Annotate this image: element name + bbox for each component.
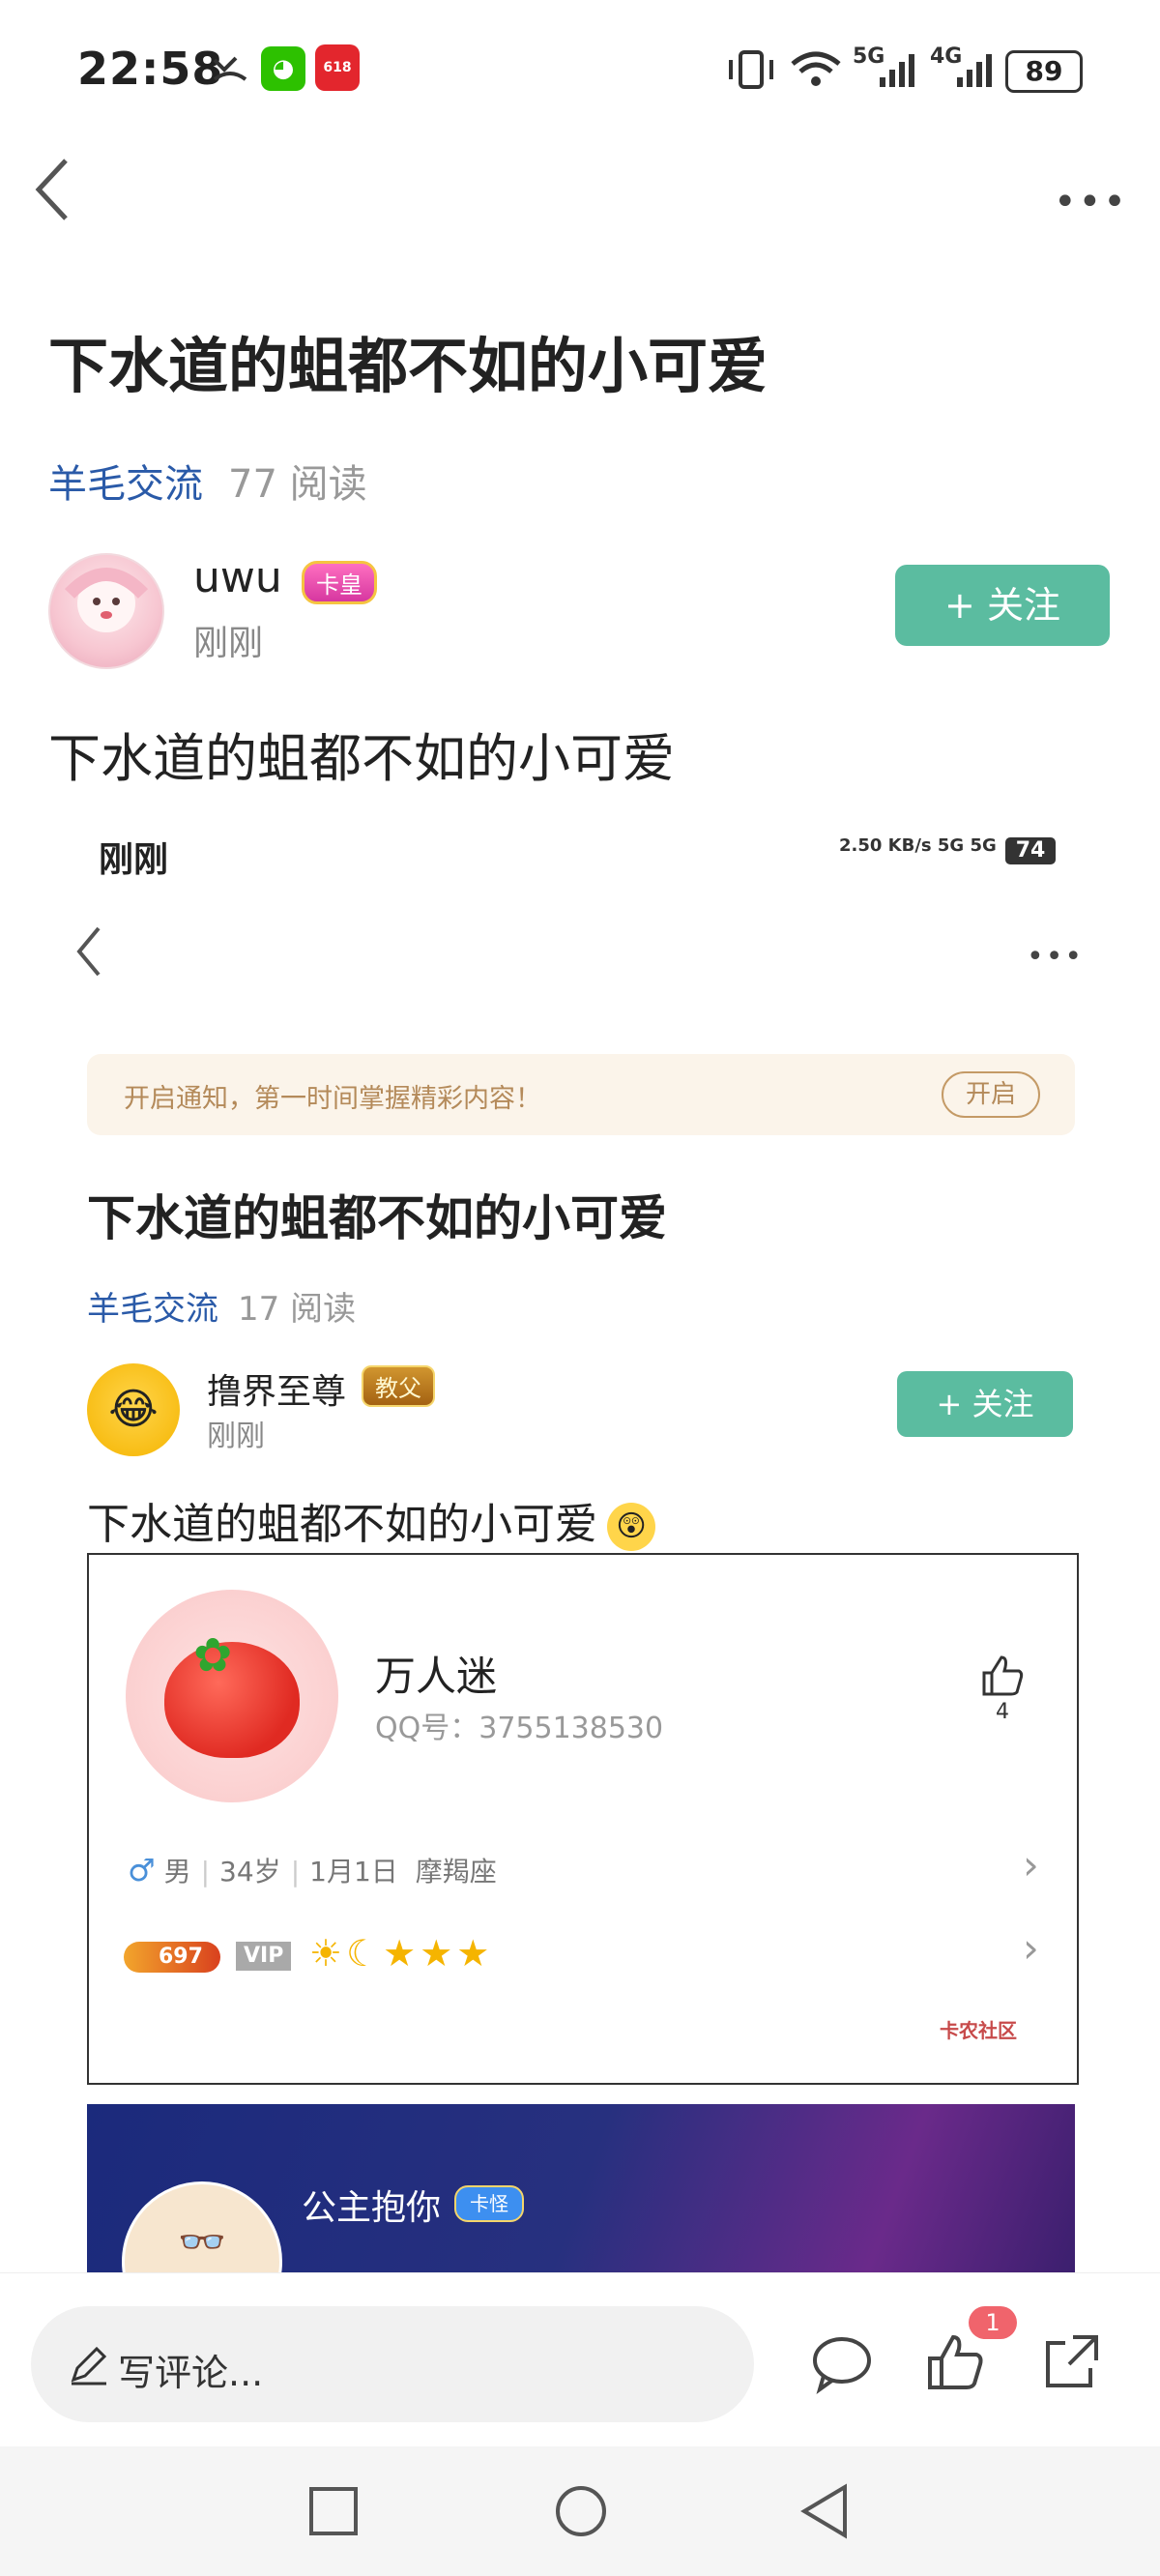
status-time: 22:58 xyxy=(77,43,224,95)
next-post-badge: 卡怪 xyxy=(454,2185,524,2222)
notice-text: 开启通知，第一时间掌握精彩内容！ xyxy=(124,1084,541,1114)
post-time: 刚刚 xyxy=(193,624,264,663)
embedded-post-title: 下水道的蛆都不如的小可爱 xyxy=(87,1190,667,1246)
post-title: 下水道的蛆都不如的小可爱 xyxy=(48,331,768,401)
thumbs-up-icon xyxy=(982,1655,1024,1696)
bottom-action-bar: 写评论... 1 xyxy=(0,2272,1160,2447)
embedded-read-count: 17 阅读 xyxy=(238,1290,357,1329)
leaf-icon: ✿ xyxy=(193,1628,233,1683)
notice-enable-button: 开启 xyxy=(942,1071,1040,1118)
like-count-badge: 1 xyxy=(969,2306,1017,2339)
read-count: 77 阅读 xyxy=(228,462,367,507)
pen-icon xyxy=(71,2346,107,2386)
home-icon[interactable] xyxy=(553,2483,609,2539)
profile-gender: 男 xyxy=(163,1856,191,1888)
avatar-illustration xyxy=(64,568,149,632)
embedded-back-icon xyxy=(76,926,101,977)
comment-placeholder: 写评论... xyxy=(118,2352,264,2394)
signal-bars-icon xyxy=(880,54,914,87)
tomato-avatar: ✿ xyxy=(126,1590,338,1802)
embedded-post-time: 刚刚 xyxy=(207,1420,265,1453)
qq-profile-card: ✿ 万人迷 QQ号：3755138530 4 ♂ 男 | 34岁 | 1月1日 摩羯座 ›… xyxy=(87,1553,1079,2085)
profile-qq-number: QQ号：3755138530 xyxy=(375,1712,664,1745)
signal-bars-icon xyxy=(957,54,992,87)
author-badge: 卡皇 xyxy=(302,561,377,604)
wechat-icon: ◕ xyxy=(261,46,305,91)
back-nav-icon[interactable] xyxy=(798,2483,851,2539)
profile-like-count: 4 xyxy=(996,1700,1009,1724)
embedded-battery: 74 xyxy=(1005,837,1056,864)
embedded-author-badge: 教父 xyxy=(362,1365,435,1407)
embedded-author-name: 撸界至尊 xyxy=(207,1372,347,1412)
category-link[interactable]: 羊毛交流 xyxy=(48,462,203,507)
level-icons: ☀☾★★★ xyxy=(309,1932,494,1975)
embedded-notice-banner: 开启通知，第一时间掌握精彩内容！ 开启 xyxy=(87,1054,1075,1135)
profile-zodiac: 摩羯座 xyxy=(415,1856,497,1888)
comment-icon[interactable] xyxy=(810,2331,874,2395)
pinduoduo-icon: 618 xyxy=(315,44,360,91)
embedded-status-time: 刚刚 xyxy=(99,840,169,880)
recents-icon[interactable] xyxy=(307,2485,360,2537)
status-bar: 22:58 ◕ 618 5G 4G 89 xyxy=(0,0,1160,145)
chevron-right-icon: › xyxy=(1023,1924,1039,1972)
chevron-right-icon: › xyxy=(1023,1841,1039,1888)
battery-indicator: 89 xyxy=(1005,50,1083,93)
embedded-follow-button: + 关注 xyxy=(897,1371,1073,1437)
post-meta: 羊毛交流 77 阅读 xyxy=(48,453,367,509)
system-navigation-bar xyxy=(0,2446,1160,2576)
missed-call-icon xyxy=(213,56,247,81)
post-body-text: 下水道的蛆都不如的小可爱 xyxy=(48,728,675,789)
author-avatar[interactable] xyxy=(48,553,164,669)
coin-badge: 697 xyxy=(124,1942,220,1973)
next-post-avatar: 👓 xyxy=(122,2181,282,2278)
embedded-status-icons: 2.50 KB/s 5G 5G xyxy=(839,835,997,856)
profile-age: 34岁 xyxy=(219,1856,281,1888)
embedded-post-body: 下水道的蛆都不如的小可爱 😲 xyxy=(87,1489,655,1551)
vibrate-icon xyxy=(729,50,773,89)
profile-info-row: ♂ 男 | 34岁 | 1月1日 摩羯座 xyxy=(128,1852,497,1888)
male-icon: ♂ xyxy=(128,1852,156,1888)
embedded-post-meta: 羊毛交流 17 阅读 xyxy=(87,1282,356,1330)
follow-button[interactable]: + 关注 xyxy=(895,565,1110,646)
next-post-preview: 👓 公主抱你 卡怪 xyxy=(87,2104,1075,2278)
back-icon[interactable] xyxy=(27,155,85,222)
more-icon[interactable]: ••• xyxy=(1054,180,1128,224)
vip-badge: VIP xyxy=(236,1942,292,1971)
embedded-author-avatar: 😂 xyxy=(87,1363,180,1456)
embedded-category: 羊毛交流 xyxy=(87,1290,218,1329)
embedded-body-text: 下水道的蛆都不如的小可爱 xyxy=(87,1500,597,1549)
author-name[interactable]: uwu xyxy=(193,553,282,602)
profile-nickname: 万人迷 xyxy=(375,1653,498,1700)
next-post-author: 公主抱你 xyxy=(302,2188,442,2228)
like-icon[interactable] xyxy=(924,2331,988,2395)
profile-birthday: 1月1日 xyxy=(309,1856,398,1888)
watermark-logo: 卡农社区 xyxy=(940,2019,1017,2042)
share-icon[interactable] xyxy=(1040,2329,1104,2393)
surprised-emoji-icon: 😲 xyxy=(607,1503,655,1551)
wifi-icon xyxy=(791,51,841,86)
comment-input[interactable]: 写评论... xyxy=(31,2306,754,2422)
embedded-more-icon: ••• xyxy=(1027,940,1085,974)
